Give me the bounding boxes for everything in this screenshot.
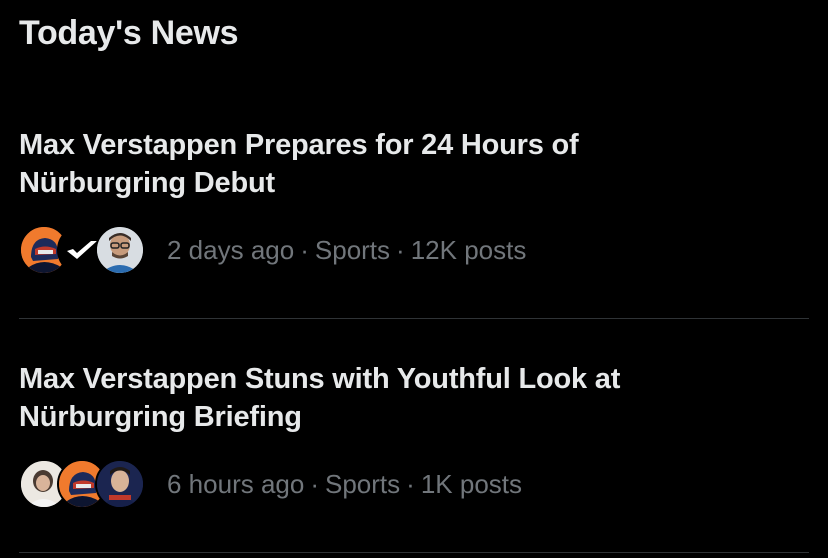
meta-separator: · (310, 468, 319, 499)
news-meta: 6 hours ago · Sports · 1K posts (19, 456, 522, 512)
meta-separator: · (396, 234, 405, 265)
man-with-glasses-avatar-icon (95, 225, 145, 275)
news-post-count: 1K posts (420, 468, 522, 499)
news-time: 2 days ago (167, 234, 295, 265)
avatar-group (19, 222, 149, 278)
section-title: Today's News (19, 14, 239, 52)
news-category: Sports (314, 234, 391, 265)
meta-separator: · (406, 468, 415, 499)
news-item[interactable]: Max Verstappen Stuns with Youthful Look … (19, 360, 809, 552)
news-meta-text: 2 days ago · Sports · 12K posts (167, 235, 526, 266)
news-meta-text: 6 hours ago · Sports · 1K posts (167, 469, 522, 500)
news-meta: 2 days ago · Sports · 12K posts (19, 222, 526, 278)
divider (19, 552, 809, 553)
meta-separator: · (300, 234, 309, 265)
news-headline[interactable]: Max Verstappen Stuns with Youthful Look … (19, 360, 739, 436)
news-time: 6 hours ago (167, 468, 305, 499)
driver-avatar-icon (95, 459, 145, 509)
news-category: Sports (325, 468, 401, 499)
avatar-group (19, 456, 149, 512)
news-headline[interactable]: Max Verstappen Prepares for 24 Hours of … (19, 126, 739, 202)
news-post-count: 12K posts (410, 234, 527, 265)
news-item[interactable]: Max Verstappen Prepares for 24 Hours of … (19, 126, 809, 318)
divider (19, 318, 809, 319)
